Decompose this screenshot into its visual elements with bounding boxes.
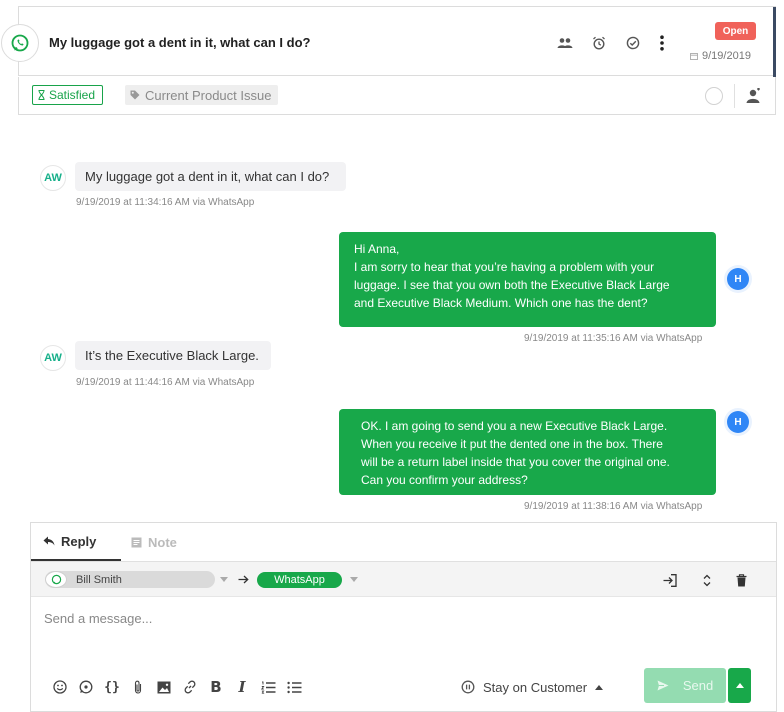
caret-up-icon: [595, 684, 604, 690]
canned-response-icon[interactable]: [73, 677, 99, 697]
tag-row: Satisfied Current Product Issue: [18, 77, 776, 115]
message-line: OK. I am going to send you a new Executi…: [361, 419, 668, 433]
reply-arrow-icon: [43, 536, 55, 546]
from-selector[interactable]: Bill Smith: [45, 571, 215, 588]
tab-reply[interactable]: Reply: [31, 523, 121, 561]
channel-selector[interactable]: WhatsApp: [257, 572, 342, 588]
message-bubble-incoming: My luggage got a dent in it, what can I …: [75, 162, 346, 191]
ticket-date: 9/19/2019: [690, 50, 751, 62]
category-tag[interactable]: Current Product Issue: [125, 85, 279, 105]
tab-reply-label: Reply: [61, 533, 97, 549]
header-accent-bar: [773, 7, 776, 77]
message-line: When you receive it put the dented one i…: [361, 437, 663, 451]
message-line: luggage. I see that you own both the Exe…: [354, 278, 670, 292]
ticket-title: My luggage got a dent in it, what can I …: [49, 35, 311, 50]
message-line: will be a return label inside that you c…: [361, 455, 670, 469]
tab-note-label: Note: [148, 534, 177, 550]
stay-on-customer-label: Stay on Customer: [483, 679, 588, 695]
italic-icon[interactable]: I: [229, 677, 255, 697]
message-input[interactable]: Send a message...: [44, 611, 152, 626]
message-meta: 9/19/2019 at 11:35:16 AM via WhatsApp: [524, 333, 703, 344]
variables-icon[interactable]: {}: [99, 677, 125, 697]
send-button[interactable]: Send: [644, 668, 726, 703]
tag-icon: [130, 90, 140, 100]
status-circle[interactable]: [705, 87, 723, 105]
whatsapp-icon: [11, 34, 29, 52]
check-circle-icon[interactable]: [624, 35, 642, 51]
whatsapp-channel-badge: [1, 24, 39, 62]
more-vertical-icon[interactable]: [653, 35, 671, 51]
divider: [734, 84, 735, 108]
link-icon[interactable]: [177, 677, 203, 697]
message-line: I am sorry to hear that you’re having a …: [354, 260, 655, 274]
whatsapp-icon: [45, 571, 67, 588]
image-icon[interactable]: [151, 677, 177, 697]
message-line: Can you confirm your address?: [361, 473, 528, 487]
message-bubble-outgoing: OK. I am going to send you a new Executi…: [339, 409, 716, 495]
agent-avatar: H: [727, 268, 749, 290]
message-meta: 9/19/2019 at 11:44:16 AM via WhatsApp: [76, 377, 255, 388]
send-button-label: Send: [682, 678, 714, 693]
calendar-icon: [690, 53, 698, 60]
expand-icon[interactable]: [698, 571, 716, 589]
category-tag-label: Current Product Issue: [145, 87, 272, 103]
caret-up-icon: [735, 683, 744, 688]
conversation-thread: AW My luggage got a dent in it, what can…: [30, 115, 777, 521]
satisfaction-tag-label: Satisfied: [49, 88, 96, 102]
customer-avatar: AW: [40, 165, 66, 191]
message-line: and Executive Black Medium. Which one ha…: [354, 296, 648, 310]
formatting-toolbar: {} B I: [47, 677, 307, 697]
alarm-clock-icon[interactable]: [590, 35, 608, 51]
bullet-list-icon[interactable]: [281, 677, 307, 697]
emoji-icon[interactable]: [47, 677, 73, 697]
message-bubble-outgoing: Hi Anna, I am sorry to hear that you’re …: [339, 232, 716, 327]
trash-icon[interactable]: [732, 571, 750, 589]
arrow-right-icon: [237, 572, 249, 586]
message-line: Hi Anna,: [354, 242, 400, 256]
pause-circle-icon: [461, 680, 475, 694]
reply-composer: Reply Note Bill Smith WhatsApp Send a me…: [30, 522, 777, 712]
satisfaction-tag[interactable]: Satisfied: [32, 85, 104, 105]
ticket-date-text: 9/19/2019: [702, 50, 751, 62]
status-badge[interactable]: Open: [715, 22, 756, 40]
tab-note[interactable]: Note: [131, 523, 211, 561]
agent-avatar: H: [727, 411, 749, 433]
ordered-list-icon[interactable]: [255, 677, 281, 697]
send-options-button[interactable]: [728, 668, 751, 703]
caret-down-icon[interactable]: [349, 574, 359, 584]
message-meta: 9/19/2019 at 11:38:16 AM via WhatsApp: [524, 501, 703, 512]
caret-down-icon[interactable]: [219, 574, 229, 584]
ticket-header: My luggage got a dent in it, what can I …: [1, 6, 776, 77]
stay-on-customer-selector[interactable]: Stay on Customer: [461, 677, 604, 697]
sign-in-icon[interactable]: [661, 571, 679, 589]
note-icon: [131, 537, 142, 547]
bold-icon[interactable]: B: [203, 677, 229, 697]
from-name: Bill Smith: [76, 573, 122, 586]
composer-toolbar: Bill Smith WhatsApp: [31, 561, 776, 597]
message-meta: 9/19/2019 at 11:34:16 AM via WhatsApp: [76, 197, 255, 208]
message-bubble-incoming: It’s the Executive Black Large.: [75, 341, 271, 370]
users-icon[interactable]: [556, 35, 574, 51]
hourglass-icon: [38, 90, 45, 100]
customer-avatar: AW: [40, 345, 66, 371]
send-icon: [657, 680, 669, 691]
assign-agent-icon[interactable]: [743, 86, 763, 106]
attachment-icon[interactable]: [125, 677, 151, 697]
